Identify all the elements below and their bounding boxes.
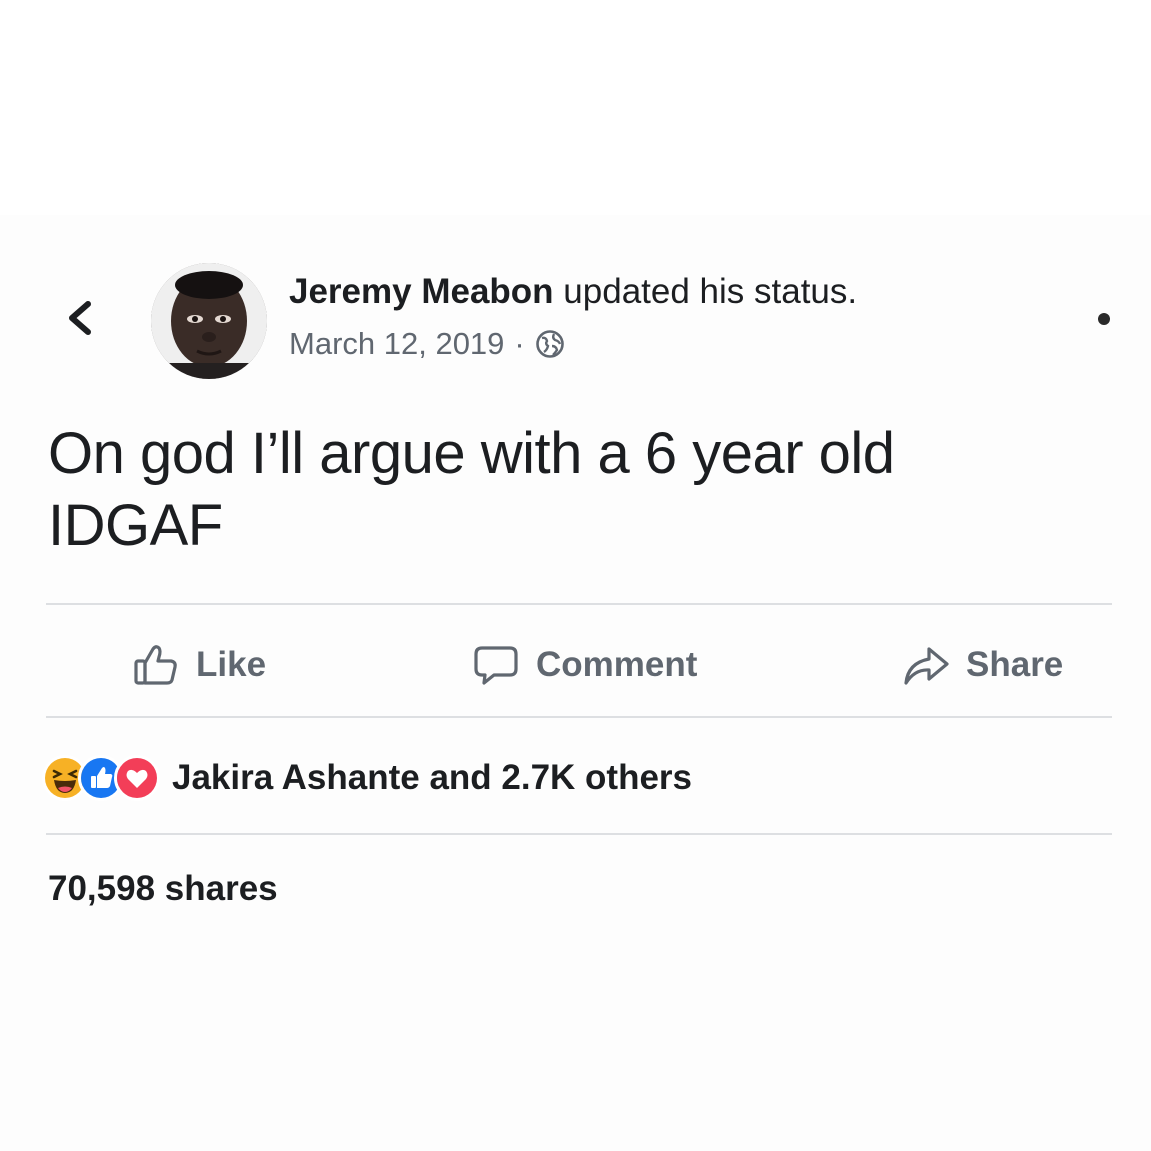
shares-count[interactable]: 70,598 shares	[48, 869, 278, 909]
share-button[interactable]: Share	[902, 630, 1063, 700]
meta-separator: ·	[514, 326, 525, 361]
status-line-2: IDGAF	[48, 493, 223, 558]
blank-top-area	[0, 0, 1151, 215]
more-options-icon[interactable]	[1098, 313, 1110, 325]
comment-icon	[474, 646, 518, 685]
thumbs-up-icon	[134, 645, 177, 685]
profile-photo	[151, 263, 267, 379]
status-line-1: On god I’ll argue with a 6 year old	[48, 421, 895, 486]
divider-bottom	[46, 833, 1112, 835]
comment-button[interactable]: Comment	[472, 630, 697, 700]
avatar[interactable]	[151, 263, 267, 379]
globe-icon	[535, 329, 565, 359]
chevron-left-icon	[69, 301, 91, 335]
author-name[interactable]: Jeremy Meabon	[289, 272, 554, 311]
post-meta: March 12, 2019 ·	[289, 326, 565, 362]
reactions-summary[interactable]: Jakira Ashante and 2.7K others	[42, 750, 692, 806]
back-button[interactable]	[62, 298, 98, 338]
like-label: Like	[196, 645, 267, 684]
share-label: Share	[966, 645, 1064, 684]
post-header: Jeremy Meabon updated his status.	[289, 272, 857, 312]
divider-top	[46, 603, 1112, 605]
reaction-summary-text: Jakira Ashante and 2.7K others	[172, 758, 693, 797]
facebook-post-screen: Jeremy Meabon updated his status. March …	[0, 0, 1151, 1151]
share-arrow-icon	[904, 647, 949, 685]
post-date[interactable]: March 12, 2019	[289, 326, 504, 362]
comment-label: Comment	[536, 645, 698, 684]
post-action-text: updated his status.	[563, 272, 858, 311]
divider-middle	[46, 716, 1112, 718]
action-bar: Like Comment Share	[0, 630, 1151, 700]
love-reaction-icon	[114, 755, 160, 801]
like-button[interactable]: Like	[132, 630, 266, 700]
status-text: On god I’ll argue with a 6 year old IDGA…	[48, 418, 1108, 562]
